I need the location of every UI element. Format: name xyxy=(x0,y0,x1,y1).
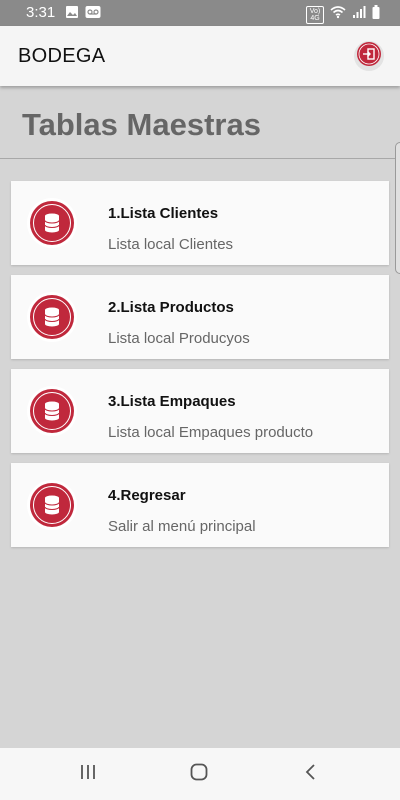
menu-item-title: 2.Lista Productos xyxy=(108,299,234,316)
home-button[interactable] xyxy=(186,762,212,786)
menu-item-subtitle: Salir al menú principal xyxy=(108,518,256,535)
menu-item-subtitle: Lista local Clientes xyxy=(108,236,234,253)
recent-apps-button[interactable] xyxy=(75,762,101,786)
voicemail-icon xyxy=(85,5,101,24)
page-header: Tablas Maestras xyxy=(0,86,400,158)
menu-item-lista-empaques[interactable]: 3.Lista Empaques Lista local Empaques pr… xyxy=(11,369,389,453)
edge-panel-handle[interactable] xyxy=(395,142,400,274)
database-icon xyxy=(27,198,77,248)
app-title: BODEGA xyxy=(18,45,106,67)
database-icon xyxy=(27,386,77,436)
menu-item-subtitle: Lista local Empaques producto xyxy=(108,424,314,441)
page-title: Tablas Maestras xyxy=(22,107,261,142)
menu-item-lista-clientes[interactable]: 1.Lista Clientes Lista local Clientes xyxy=(11,181,389,265)
status-time: 3:31 xyxy=(26,4,56,21)
exit-icon xyxy=(356,41,382,72)
status-bar: 3:31 Vo) 4G xyxy=(0,0,400,26)
menu-item-title: 4.Regresar xyxy=(108,487,186,504)
signal-icon xyxy=(352,5,366,24)
navigation-bar xyxy=(0,748,400,800)
menu-item-subtitle: Lista local Producyos xyxy=(108,330,250,347)
back-button[interactable] xyxy=(298,762,324,786)
battery-icon xyxy=(372,5,380,24)
menu-item-title: 3.Lista Empaques xyxy=(108,393,236,410)
menu-item-title: 1.Lista Clientes xyxy=(108,205,219,222)
divider xyxy=(0,158,400,159)
wifi-icon xyxy=(330,5,346,24)
home-icon xyxy=(189,763,209,786)
database-icon xyxy=(27,292,77,342)
image-icon xyxy=(65,5,79,24)
app-bar: BODEGA xyxy=(0,26,400,86)
back-icon xyxy=(301,763,321,786)
recent-apps-icon xyxy=(78,763,98,786)
volte-icon: Vo) 4G xyxy=(306,5,324,24)
exit-button[interactable] xyxy=(354,41,384,71)
menu-item-regresar[interactable]: 4.Regresar Salir al menú principal xyxy=(11,463,389,547)
menu-item-lista-productos[interactable]: 2.Lista Productos Lista local Producyos xyxy=(11,275,389,359)
database-icon xyxy=(27,480,77,530)
